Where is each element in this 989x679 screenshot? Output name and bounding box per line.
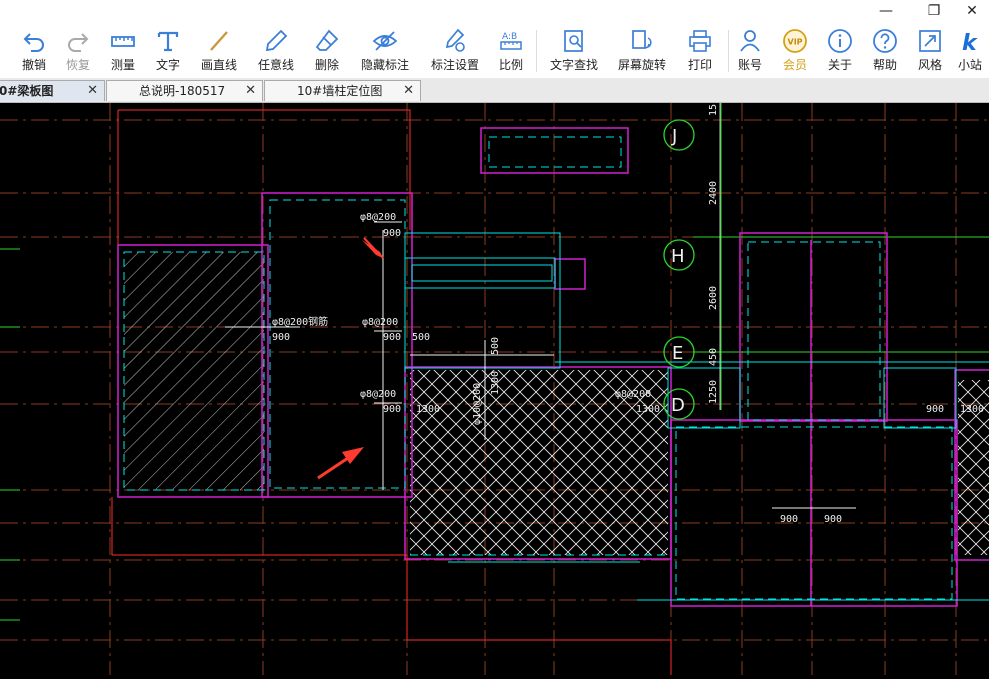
- dim-1250: 1250: [708, 380, 719, 404]
- restore-button[interactable]: ❐: [917, 0, 951, 22]
- minimize-button[interactable]: —: [869, 0, 903, 22]
- dim-900-bottom-2: 900: [824, 514, 842, 525]
- svg-text:A:B: A:B: [502, 32, 517, 42]
- axis-label-J: J: [671, 126, 677, 147]
- mark-settings-label: 标注设置: [430, 58, 479, 72]
- dim-900-left: 900: [272, 332, 290, 343]
- close-icon[interactable]: ✕: [87, 81, 98, 101]
- pen-icon: [265, 29, 288, 52]
- eraser-icon: [315, 29, 339, 51]
- restore-icon: ❐: [927, 3, 941, 19]
- dim-2600: 2600: [708, 286, 719, 310]
- svg-text:VIP: VIP: [788, 38, 803, 47]
- rebar-label-left: φ8@200钢筋: [272, 315, 328, 328]
- dim-1300-low: 1300: [416, 404, 440, 415]
- hatched-slab-left: [124, 252, 264, 490]
- delete-label: 删除: [314, 58, 339, 72]
- axis-label-H: H: [671, 246, 685, 267]
- rotate-button[interactable]: 屏幕旋转: [614, 26, 670, 76]
- dim-500-mid: 500: [412, 332, 430, 343]
- search-doc-icon: [564, 30, 583, 52]
- rebar-label-low: φ8@200: [360, 389, 396, 400]
- axis-label-E: E: [672, 343, 683, 364]
- rebar-label-top: φ8@200: [360, 212, 396, 223]
- close-icon[interactable]: ✕: [403, 81, 414, 101]
- tab-beam-slab[interactable]: 0#梁板图 ✕: [0, 80, 105, 101]
- toolbar: 撤销 恢复 测量 文字 画直线 任意线 删除 隐藏标注 标注设置 A:B 比例 …: [0, 22, 989, 79]
- dim-15: 15: [708, 104, 719, 116]
- ruler-icon: [111, 36, 135, 47]
- dim-900-low: 900: [383, 404, 401, 415]
- rotate-label: 屏幕旋转: [617, 58, 666, 72]
- site-label: 小站: [957, 58, 982, 72]
- drawing-canvas[interactable]: J H E D 15 2400 2600 450 1250 φ8@200 900…: [0, 103, 989, 675]
- printer-icon: [689, 30, 711, 52]
- close-icon[interactable]: ✕: [245, 81, 256, 101]
- undo-icon: [23, 33, 44, 52]
- hide-eye-icon: [372, 31, 398, 51]
- user-icon: [740, 30, 760, 52]
- document-tab-bar: 0#梁板图 ✕ 总说明-180517 ✕ 10#墙柱定位图 ✕: [0, 78, 989, 103]
- tab-label: 0#梁板图: [0, 84, 54, 98]
- close-window-button[interactable]: ✕: [955, 0, 989, 22]
- line-icon: [210, 31, 228, 51]
- vip-icon: VIP: [783, 29, 807, 53]
- dim-2400: 2400: [708, 181, 719, 205]
- toolbar-divider: [536, 30, 537, 72]
- freeline-button[interactable]: 任意线: [250, 26, 302, 76]
- text-icon: [157, 31, 179, 52]
- tab-label: 总说明-180517: [139, 84, 226, 98]
- k-logo-icon: k: [962, 31, 978, 54]
- rotate-screen-icon: [632, 30, 652, 49]
- tab-general-notes[interactable]: 总说明-180517 ✕: [106, 80, 263, 101]
- dim-900-mid: 900: [383, 332, 401, 343]
- style-icon: [919, 30, 941, 52]
- settings-pen-icon: [445, 28, 465, 52]
- freeline-label: 任意线: [257, 58, 294, 72]
- dim-450: 450: [708, 348, 719, 366]
- line-label: 画直线: [200, 58, 237, 72]
- dim-1300-center: 1300: [490, 371, 501, 395]
- hide-marks-button[interactable]: 隐藏标注: [357, 26, 413, 76]
- line-button[interactable]: 画直线: [193, 26, 245, 76]
- scale-button[interactable]: A:B 比例: [485, 26, 537, 76]
- svg-text:k: k: [962, 31, 978, 54]
- tab-label: 10#墙柱定位图: [297, 84, 383, 98]
- rebar-label-center: φ10@200: [472, 383, 483, 425]
- mark-settings-button[interactable]: 标注设置: [427, 26, 483, 76]
- delete-button[interactable]: 删除: [301, 26, 353, 76]
- rebar-label-right: φ8@200: [615, 389, 651, 400]
- title-bar: — ❐ ✕: [0, 0, 989, 22]
- red-arrow-bottom: [317, 447, 364, 480]
- scale-icon: A:B: [500, 32, 522, 50]
- dim-900-top: 900: [383, 228, 401, 239]
- dim-500-center: 500: [490, 337, 501, 355]
- site-button[interactable]: k 小站: [948, 26, 989, 76]
- axis-label-D: D: [671, 395, 685, 416]
- print-label: 打印: [687, 58, 712, 72]
- dim-900-far-right: 900: [926, 404, 944, 415]
- dim-1300-right: 1300: [636, 404, 660, 415]
- minimize-icon: —: [879, 3, 893, 19]
- close-icon: ✕: [966, 3, 978, 19]
- rebar-label-mid: φ8@200: [362, 317, 398, 328]
- redo-icon: [68, 33, 89, 52]
- hide-marks-label: 隐藏标注: [360, 58, 409, 72]
- dim-900-bottom-1: 900: [780, 514, 798, 525]
- text-search-button[interactable]: 文字查找: [546, 26, 602, 76]
- dim-1300-far-right: 1300: [960, 404, 984, 415]
- text-search-label: 文字查找: [549, 58, 598, 72]
- text-button[interactable]: 文字: [142, 26, 194, 76]
- info-icon: [828, 29, 852, 53]
- red-arrow-top: [362, 237, 384, 259]
- help-icon: [873, 29, 897, 53]
- text-label: 文字: [155, 58, 180, 72]
- tab-wall-column[interactable]: 10#墙柱定位图 ✕: [264, 80, 421, 101]
- scale-label: 比例: [498, 58, 523, 72]
- print-button[interactable]: 打印: [674, 26, 726, 76]
